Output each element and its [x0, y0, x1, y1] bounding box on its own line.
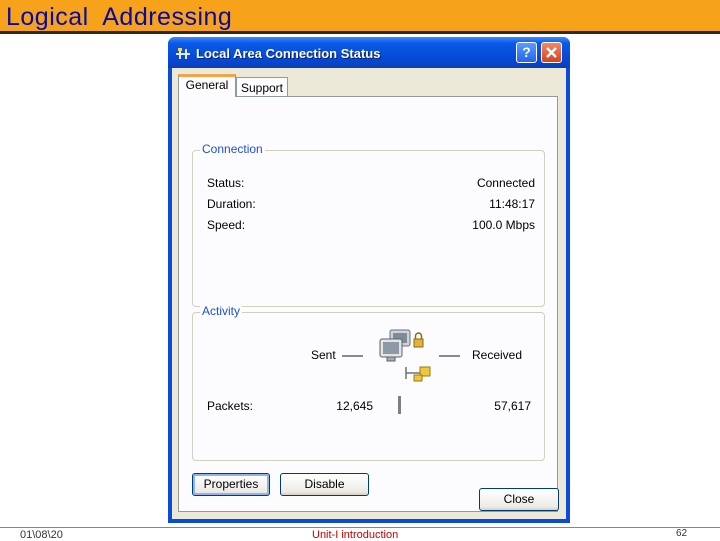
packets-label: Packets: — [207, 399, 254, 413]
connection-legend: Connection — [200, 142, 265, 156]
activity-legend: Activity — [200, 304, 243, 318]
tab-general[interactable]: General — [178, 74, 236, 97]
window-client-area: General Support Connection Status: Conne… — [172, 68, 566, 519]
help-icon: ? — [522, 44, 531, 60]
disable-button[interactable]: Disable — [280, 473, 369, 496]
received-label: Received — [472, 348, 523, 362]
received-line — [439, 355, 460, 357]
footer-course: Unit-I introduction — [312, 529, 399, 541]
window-titlebar[interactable]: Local Area Connection Status ? — [168, 37, 570, 68]
duration-label: Duration: — [207, 197, 256, 211]
slide-title-bar: Logical Addressing — [0, 0, 720, 31]
status-value: Connected — [476, 176, 535, 190]
general-tab-panel: Connection Status: Connected Duration: 1… — [178, 96, 558, 512]
close-icon — [546, 47, 557, 58]
duration-value: 11:48:17 — [489, 197, 535, 211]
footer-date: 01\08\20 — [20, 529, 63, 541]
status-label: Status: — [207, 176, 245, 190]
network-computers-icon — [379, 329, 431, 382]
tab-support[interactable]: Support — [236, 77, 288, 98]
packets-sent-value: 12,645 — [336, 399, 373, 413]
properties-button[interactable]: Properties — [192, 473, 270, 496]
packets-received-value: 57,617 — [494, 399, 531, 413]
speed-value: 100.0 Mbps — [472, 218, 535, 232]
window-close-button[interactable] — [541, 42, 562, 63]
help-button[interactable]: ? — [516, 42, 537, 63]
activity-group: Activity — [192, 304, 545, 461]
page-number: 62 — [676, 528, 688, 539]
packets-divider — [398, 396, 401, 414]
title-underline — [0, 31, 720, 34]
sent-label: Sent — [311, 348, 336, 362]
footer-rule — [0, 527, 720, 528]
network-connection-icon — [176, 48, 190, 59]
speed-label: Speed: — [207, 218, 246, 232]
close-button[interactable]: Close — [479, 488, 559, 511]
slide-title: Logical Addressing — [6, 3, 233, 31]
sent-line — [342, 355, 363, 357]
window-title: Local Area Connection Status — [196, 46, 381, 61]
status-window: Local Area Connection Status ? General S… — [168, 37, 570, 523]
